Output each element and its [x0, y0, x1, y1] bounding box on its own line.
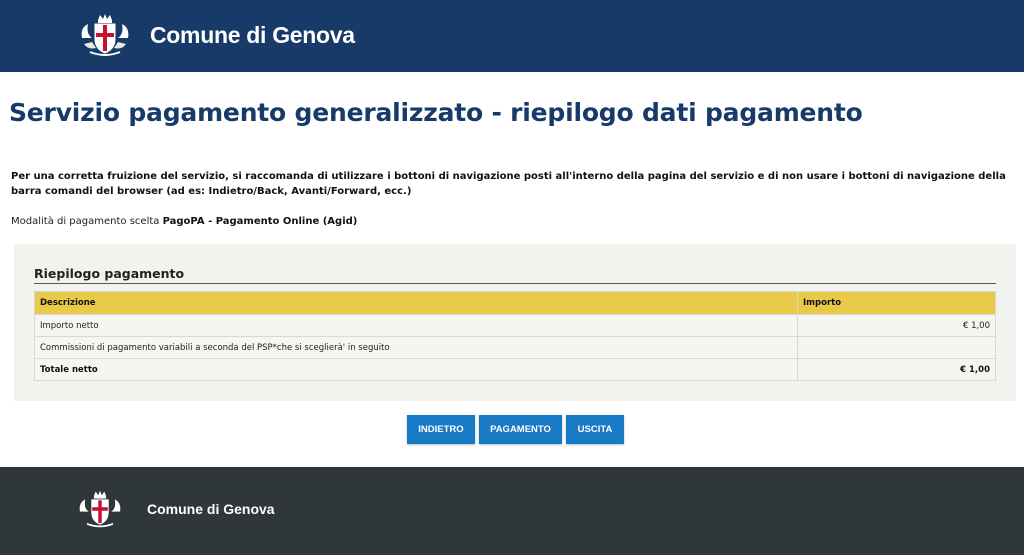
table-row: Commissioni di pagamento variabili a sec…	[34, 336, 996, 359]
genova-coat-of-arms-logo[interactable]	[76, 489, 124, 529]
back-button[interactable]: INDIETRO	[407, 415, 475, 444]
action-buttons: INDIETRO PAGAMENTO USCITA	[407, 415, 624, 444]
column-header-description: Descrizione	[34, 291, 798, 315]
navigation-notice: Per una corretta fruizione del servizio,…	[11, 171, 1006, 197]
site-header: Comune di Genova	[0, 0, 1024, 72]
summary-divider	[34, 283, 996, 284]
row-amount	[797, 336, 996, 359]
summary-title: Riepilogo pagamento	[34, 266, 185, 281]
row-description: Commissioni di pagamento variabili a sec…	[34, 336, 798, 359]
site-name[interactable]: Comune di Genova	[150, 22, 355, 49]
table-header-row: Descrizione Importo	[34, 291, 996, 315]
payment-summary-panel: Riepilogo pagamento Descrizione Importo …	[14, 244, 1016, 401]
payment-button[interactable]: PAGAMENTO	[479, 415, 562, 444]
table-row: Importo netto € 1,00	[34, 314, 996, 337]
payment-method: Modalità di pagamento scelta PagoPA - Pa…	[11, 216, 357, 227]
column-header-amount: Importo	[797, 291, 996, 315]
row-description: Importo netto	[34, 314, 798, 337]
payment-method-label: Modalità di pagamento scelta	[11, 216, 160, 227]
row-amount: € 1,00	[797, 314, 996, 337]
site-footer: Comune di Genova	[0, 467, 1024, 555]
total-row: Totale netto € 1,00	[34, 358, 996, 381]
payment-method-value: PagoPA - Pagamento Online (Agid)	[162, 216, 358, 227]
genova-coat-of-arms-logo[interactable]	[78, 12, 132, 58]
summary-table: Descrizione Importo Importo netto € 1,00…	[34, 291, 996, 381]
total-description: Totale netto	[34, 358, 798, 381]
footer-site-name[interactable]: Comune di Genova	[147, 501, 275, 517]
total-amount: € 1,00	[797, 358, 996, 381]
exit-button[interactable]: USCITA	[566, 415, 624, 444]
page-title: Servizio pagamento generalizzato - riepi…	[9, 98, 863, 127]
